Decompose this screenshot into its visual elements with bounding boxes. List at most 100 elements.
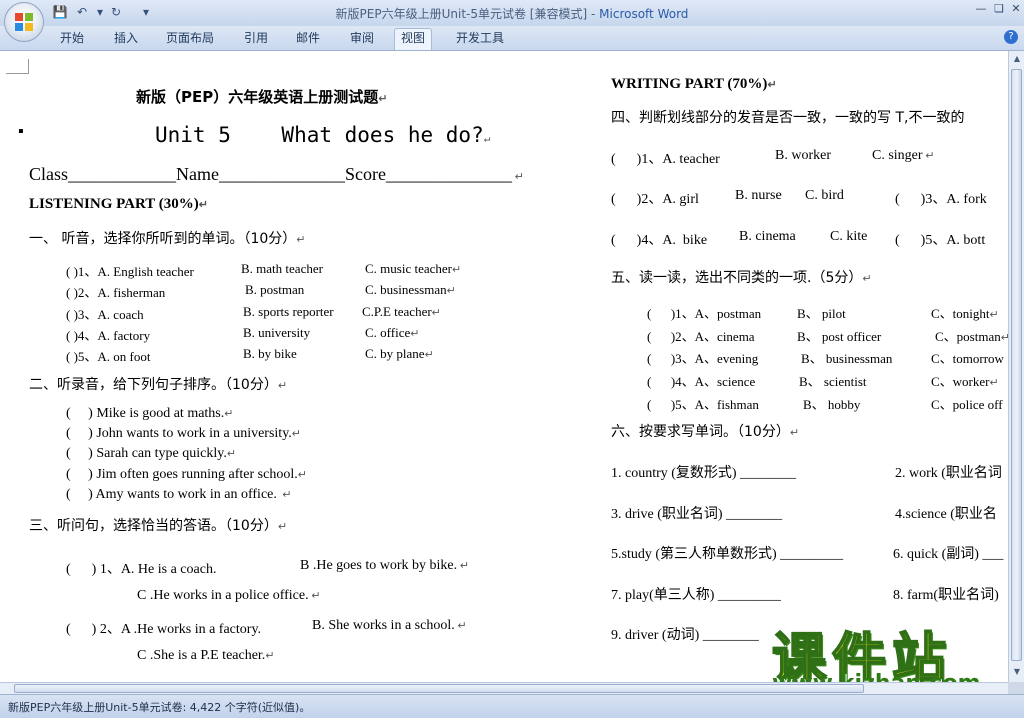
list-item: ( )2、A、cinema bbox=[647, 329, 755, 344]
list-item-option-c: C、postman↵ bbox=[935, 329, 1008, 344]
listening-part-title: LISTENING PART (30%)↵ bbox=[29, 196, 208, 212]
tab-home[interactable]: 开始 bbox=[54, 29, 90, 47]
office-logo-icon bbox=[15, 13, 33, 31]
list-item-extra: ( )3、A. fork bbox=[895, 192, 987, 207]
list-item: ( )2、A. fisherman bbox=[66, 285, 166, 300]
list-item: 9. driver (动词) ________ bbox=[611, 628, 759, 643]
list-item-option-c: C、worker↵ bbox=[931, 374, 999, 389]
tab-references[interactable]: 引用 bbox=[238, 29, 274, 47]
list-item: ( ) Sarah can type quickly.↵ bbox=[66, 446, 237, 461]
list-item-option-b: B、 businessman bbox=[801, 351, 893, 366]
list-item: ( )4、A. factory bbox=[66, 328, 151, 343]
section2-title: 二、听录音，给下列句子排序。（10分）↵ bbox=[29, 377, 288, 393]
list-item-option-b: B .He goes to work by bike. ↵ bbox=[300, 558, 470, 573]
list-item: ( )1、A、postman bbox=[647, 306, 762, 321]
app-name: Microsoft Word bbox=[599, 7, 689, 21]
right-page: WRITING PART (70%)↵ 四、判断划线部分的发音是否一致，一致的写… bbox=[605, 51, 1008, 682]
tab-review[interactable]: 审阅 bbox=[344, 29, 380, 47]
list-item-option-c: C. singer ↵ bbox=[872, 148, 935, 163]
status-bar: 新版PEP六年级上册Unit-5单元试卷: 4,422 个字符(近似值)。 bbox=[0, 694, 1024, 718]
list-item-option-c: C、tonight↵ bbox=[931, 306, 999, 321]
vertical-scrollbar[interactable]: ▲ ▼ bbox=[1008, 51, 1024, 682]
tab-developer[interactable]: 开发工具 bbox=[450, 29, 510, 47]
list-item: ( )2、A. girl bbox=[611, 192, 699, 207]
office-button[interactable] bbox=[4, 2, 44, 42]
list-item: ( )1、A. teacher bbox=[611, 152, 720, 167]
help-icon[interactable]: ? bbox=[1004, 30, 1018, 44]
list-item-option-b: B. cinema bbox=[739, 229, 796, 244]
list-item-option-c: C. bird bbox=[805, 188, 844, 203]
scroll-up-icon[interactable]: ▲ bbox=[1012, 54, 1022, 64]
list-item-option-b: B. by bike bbox=[243, 346, 297, 361]
section4-title: 四、判断划线部分的发音是否一致，一致的写 T,不一致的 bbox=[611, 110, 965, 126]
class-name-score-line: Class____________Name______________Score… bbox=[29, 164, 524, 184]
list-item-option-c: C. office↵ bbox=[365, 325, 420, 340]
list-item-option-b: B. sports reporter bbox=[243, 304, 334, 319]
list-item-option-c: C. by plane↵ bbox=[365, 346, 434, 361]
list-item-option-b: B. nurse bbox=[735, 188, 782, 203]
list-item: ( ) 2、A .He works in a factory. bbox=[66, 622, 262, 637]
status-text: 新版PEP六年级上册Unit-5单元试卷: 4,422 个字符(近似值)。 bbox=[8, 701, 311, 714]
paper-heading: 新版（PEP）六年级英语上册测试题↵ bbox=[136, 88, 388, 106]
tab-view[interactable]: 视图 bbox=[394, 28, 433, 50]
tab-mailings[interactable]: 邮件 bbox=[290, 29, 326, 47]
list-item-right: 6. quick (副词) ___ bbox=[893, 547, 1004, 562]
ribbon-tab-bar: 开始 插入 页面布局 引用 邮件 审阅 视图 开发工具 bbox=[0, 26, 1024, 51]
list-item-option-b: B. She works in a school. ↵ bbox=[312, 618, 467, 633]
list-item-option-c: C .He works in a police office. ↵ bbox=[137, 588, 321, 603]
list-item: ( ) Amy wants to work in an office. ↵ bbox=[66, 487, 292, 502]
list-item-option-c: C.P.E teacher↵ bbox=[362, 304, 441, 319]
list-item: ( )4、A. bike bbox=[611, 233, 708, 248]
section5-title: 五、读一读，选出不同类的一项.（5分）↵ bbox=[611, 270, 872, 286]
list-item-option-b: B、 pilot bbox=[797, 306, 846, 321]
list-item-option-c: C、police off bbox=[931, 397, 1003, 412]
list-item: ( )4、A、science bbox=[647, 374, 756, 389]
horizontal-scrollbar[interactable] bbox=[0, 682, 1008, 694]
restore-icon[interactable]: ❏ bbox=[992, 2, 1006, 16]
list-item-option-c: C .She is a P.E teacher.↵ bbox=[137, 648, 275, 663]
minimize-icon[interactable]: — bbox=[974, 2, 988, 16]
list-item: ( )5、A、fishman bbox=[647, 397, 759, 412]
list-item-option-c: C. businessman↵ bbox=[365, 282, 456, 297]
unit-title: Unit 5 What does he do?↵ bbox=[155, 123, 491, 147]
list-item-option-c: C. music teacher↵ bbox=[365, 261, 462, 276]
list-item-option-b: B. worker bbox=[775, 148, 831, 163]
list-item-option-b: B. math teacher bbox=[241, 261, 323, 276]
tab-page-layout[interactable]: 页面布局 bbox=[160, 29, 220, 47]
scroll-down-icon[interactable]: ▼ bbox=[1012, 667, 1022, 677]
list-item: 5.study (第三人称单数形式) _________ bbox=[611, 547, 844, 562]
tab-insert[interactable]: 插入 bbox=[108, 29, 144, 47]
list-item: ( ) John wants to work in a university.↵ bbox=[66, 426, 302, 441]
title-bar: 💾 ↶ ▾ ↻ ▾ 新版PEP六年级上册Unit-5单元试卷 [兼容模式] - … bbox=[0, 0, 1024, 26]
list-item-extra: ( )5、A. bott bbox=[895, 233, 986, 248]
section6-title: 六、按要求写单词。（10分）↵ bbox=[611, 424, 800, 440]
section1-title: 一、 听音，选择你所听到的单词。（10分）↵ bbox=[29, 231, 306, 247]
list-item: ( )5、A. on foot bbox=[66, 349, 151, 364]
list-item: 7. play(单三人称) _________ bbox=[611, 588, 781, 603]
list-item-right: 8. farm(职业名词) bbox=[893, 588, 999, 603]
left-page: 新版（PEP）六年级英语上册测试题↵ ▪ Unit 5 What does he… bbox=[0, 51, 570, 682]
list-item: ( )1、A. English teacher bbox=[66, 264, 194, 279]
list-item: ( )3、A、evening bbox=[647, 351, 759, 366]
list-item-option-b: B、 post officer bbox=[797, 329, 882, 344]
list-item: ( ) 1、A. He is a coach. bbox=[66, 562, 217, 577]
list-item-option-b: B. postman bbox=[245, 282, 305, 297]
horizontal-scroll-thumb[interactable] bbox=[14, 684, 864, 693]
window-title: 新版PEP六年级上册Unit-5单元试卷 [兼容模式] - Microsoft … bbox=[335, 7, 689, 21]
list-item: ( ) Mike is good at maths.↵ bbox=[66, 406, 234, 421]
list-item-option-b: B、 hobby bbox=[803, 397, 861, 412]
close-icon[interactable]: ✕ bbox=[1009, 2, 1023, 16]
section3-title: 三、听问句，选择恰当的答语。（10分）↵ bbox=[29, 518, 288, 534]
list-item: 1. country (复数形式) ________ bbox=[611, 466, 797, 481]
bullet-mark: ▪ bbox=[18, 123, 24, 140]
list-item-option-b: B. university bbox=[243, 325, 311, 340]
writing-part-title: WRITING PART (70%)↵ bbox=[611, 76, 777, 92]
list-item-option-c: C、tomorrow bbox=[931, 351, 1004, 366]
document-area[interactable]: 新版（PEP）六年级英语上册测试题↵ ▪ Unit 5 What does he… bbox=[0, 51, 1008, 682]
vertical-scroll-thumb[interactable] bbox=[1011, 69, 1022, 661]
list-item: ( )3、A. coach bbox=[66, 307, 144, 322]
list-item: 3. drive (职业名词) ________ bbox=[611, 507, 783, 522]
list-item-option-c: C. kite bbox=[830, 229, 868, 244]
list-item: ( ) Jim often goes running after school.… bbox=[66, 467, 307, 482]
list-item-right: 4.science (职业名 bbox=[895, 507, 997, 522]
